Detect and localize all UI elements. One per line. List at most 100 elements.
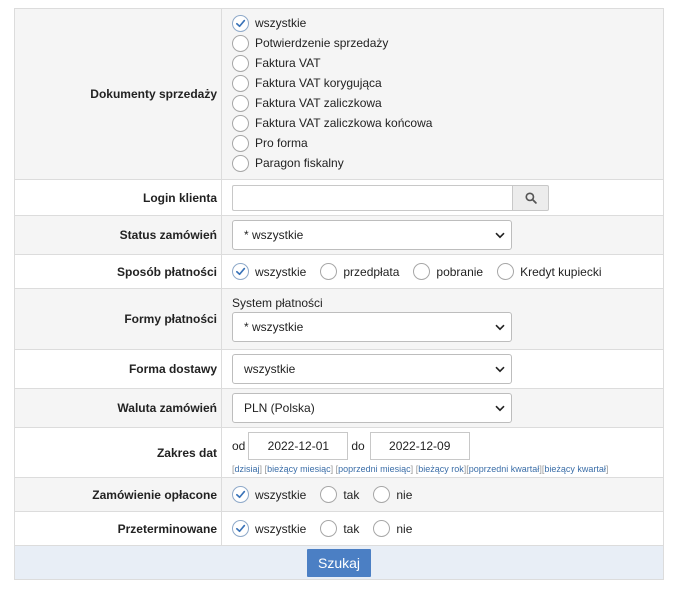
radio-icon[interactable] — [232, 154, 249, 172]
paid-option-label: tak — [343, 487, 360, 502]
date-quick-link[interactable]: poprzedni kwartał — [469, 464, 540, 474]
sales-document-option-label: wszystkie — [255, 16, 307, 30]
radio-icon[interactable] — [413, 263, 431, 280]
sales-document-option[interactable]: Pro forma — [232, 133, 663, 153]
date-quick-link[interactable]: dzisiaj — [235, 464, 260, 474]
radio-icon[interactable] — [232, 54, 249, 72]
radio-checked-icon[interactable] — [232, 520, 249, 537]
date-quick-link[interactable]: bieżący kwartał — [544, 464, 606, 474]
delivery-select[interactable]: wszystkie — [232, 354, 512, 384]
payment-method-option-label: wszystkie — [255, 264, 307, 279]
payment-forms-label: Formy płatności — [14, 288, 222, 350]
row-date-range: Zakres dat od 2022-12-01 do 2022-12-09 [… — [14, 427, 664, 478]
radio-icon[interactable] — [320, 486, 338, 503]
radio-icon[interactable] — [373, 520, 391, 537]
sales-documents-options: wszystkie Potwierdzenie sprzedaży Faktura … — [232, 9, 663, 179]
radio-icon[interactable] — [497, 263, 515, 280]
row-payment-forms: Formy płatności System płatności * wszys… — [14, 288, 664, 350]
delivery-label: Forma dostawy — [14, 349, 222, 389]
sales-document-option-label: Paragon fiskalny — [255, 156, 344, 170]
sales-document-option[interactable]: Faktura VAT zaliczkowa — [232, 93, 663, 113]
order-status-label: Status zamówień — [14, 215, 222, 255]
search-button[interactable] — [512, 184, 549, 211]
row-delivery: Forma dostawy wszystkie — [14, 349, 664, 389]
currency-label: Waluta zamówień — [14, 388, 222, 428]
chevron-down-icon — [495, 405, 505, 412]
date-quick-link[interactable]: bieżący rok — [418, 464, 464, 474]
paid-options: wszystkie tak nie — [232, 478, 663, 511]
overdue-option[interactable]: nie — [373, 519, 412, 539]
sales-document-option-label: Faktura VAT — [255, 56, 321, 70]
order-status-select[interactable]: * wszystkie — [232, 220, 512, 250]
paid-option[interactable]: nie — [373, 485, 412, 505]
sales-document-option-label: Faktura VAT zaliczkowa — [255, 96, 382, 110]
login-label: Login klienta — [14, 179, 222, 216]
row-overdue: Przeterminowane wszystkie tak nie — [14, 511, 664, 546]
row-payment-method: Sposób płatności wszystkie przedpłata pobr… — [14, 254, 664, 289]
chevron-down-icon — [495, 232, 505, 239]
sales-document-option-label: Pro forma — [255, 136, 308, 150]
overdue-option[interactable]: tak — [320, 519, 359, 539]
date-range-label: Zakres dat — [14, 427, 222, 478]
sales-document-option-label: Potwierdzenie sprzedaży — [255, 36, 389, 50]
sales-document-option[interactable]: Faktura VAT korygująca — [232, 73, 663, 93]
overdue-options: wszystkie tak nie — [232, 512, 663, 545]
paid-option[interactable]: wszystkie — [232, 485, 306, 505]
sales-documents-label: Dokumenty sprzedaży — [14, 8, 222, 180]
login-input[interactable] — [232, 184, 512, 211]
radio-icon[interactable] — [320, 520, 338, 537]
order-status-value: * wszystkie — [244, 228, 304, 242]
row-paid: Zamówienie opłacone wszystkie tak nie — [14, 477, 664, 512]
row-sales-documents: Dokumenty sprzedaży wszystkie Potwierdzen… — [14, 8, 664, 180]
paid-label: Zamówienie opłacone — [14, 477, 222, 512]
radio-icon[interactable] — [320, 263, 338, 280]
payment-method-option[interactable]: pobranie — [413, 262, 483, 282]
currency-select[interactable]: PLN (Polska) — [232, 393, 512, 423]
radio-icon[interactable] — [232, 94, 249, 112]
radio-checked-icon[interactable] — [232, 263, 249, 280]
payment-forms-value: * wszystkie — [244, 320, 304, 334]
radio-icon[interactable] — [232, 74, 249, 92]
row-currency: Waluta zamówień PLN (Polska) — [14, 388, 664, 428]
sales-document-option[interactable]: Potwierdzenie sprzedaży — [232, 33, 663, 53]
currency-value: PLN (Polska) — [244, 401, 315, 415]
radio-icon[interactable] — [232, 114, 249, 132]
search-icon — [524, 191, 537, 204]
sales-document-option[interactable]: Paragon fiskalny — [232, 153, 663, 173]
date-quick-link[interactable]: poprzedni miesiąc — [338, 464, 411, 474]
date-quick-link[interactable]: bieżący miesiąc — [267, 464, 331, 474]
radio-checked-icon[interactable] — [232, 14, 249, 32]
payment-method-option[interactable]: wszystkie — [232, 262, 306, 282]
sales-document-option-label: Faktura VAT zaliczkowa końcowa — [255, 116, 433, 130]
overdue-label: Przeterminowane — [14, 511, 222, 546]
sales-document-option[interactable]: wszystkie — [232, 13, 663, 33]
radio-icon[interactable] — [373, 486, 391, 503]
radio-icon[interactable] — [232, 34, 249, 52]
payment-method-option-label: Kredyt kupiecki — [520, 264, 602, 279]
sales-document-option[interactable]: Faktura VAT zaliczkowa końcowa — [232, 113, 663, 133]
payment-method-options: wszystkie przedpłata pobranie Kredyt kupiec… — [232, 255, 663, 288]
row-submit: Szukaj — [14, 545, 664, 580]
overdue-option-label: tak — [343, 521, 360, 536]
radio-checked-icon[interactable] — [232, 486, 249, 503]
radio-icon[interactable] — [232, 134, 249, 152]
payment-forms-select[interactable]: * wszystkie — [232, 312, 512, 342]
row-order-status: Status zamówień * wszystkie — [14, 215, 664, 255]
date-from-input[interactable]: 2022-12-01 — [248, 432, 349, 460]
sales-document-option-label: Faktura VAT korygująca — [255, 76, 382, 90]
payment-method-option-label: pobranie — [436, 264, 484, 279]
payment-method-label: Sposób płatności — [14, 254, 222, 289]
sales-document-option[interactable]: Faktura VAT — [232, 53, 663, 73]
date-to-input[interactable]: 2022-12-09 — [369, 432, 470, 460]
delivery-value: wszystkie — [244, 362, 296, 376]
paid-option[interactable]: tak — [320, 485, 359, 505]
paid-option-label: nie — [396, 487, 413, 502]
overdue-option-label: nie — [396, 521, 413, 536]
date-from-label: od — [232, 439, 246, 453]
paid-option-label: wszystkie — [255, 487, 307, 502]
payment-method-option[interactable]: Kredyt kupiecki — [497, 262, 601, 282]
search-submit-button[interactable]: Szukaj — [306, 548, 372, 577]
payment-method-option[interactable]: przedpłata — [320, 262, 399, 282]
overdue-option[interactable]: wszystkie — [232, 519, 306, 539]
date-to-label: do — [351, 439, 365, 453]
